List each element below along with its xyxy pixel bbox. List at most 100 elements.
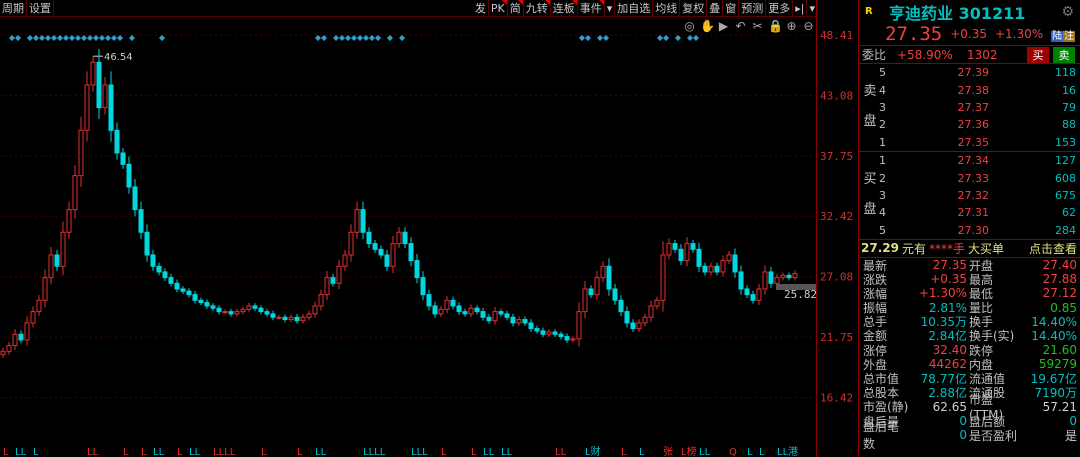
bottom-event-marker[interactable]: LL: [87, 447, 99, 457]
event-marker-diamond[interactable]: [315, 35, 321, 41]
bottom-event-marker[interactable]: LLLL: [213, 447, 236, 457]
toolbar-button-6[interactable]: ▾: [605, 0, 616, 17]
event-marker-diamond[interactable]: [63, 35, 69, 41]
toolbar-button-8[interactable]: 均线: [653, 0, 681, 17]
order-row[interactable]: 1 27.35 153: [859, 134, 1080, 151]
bottom-event-marker[interactable]: L: [141, 447, 147, 457]
bottom-event-marker[interactable]: L: [3, 447, 9, 457]
bottom-event-marker[interactable]: LL: [15, 447, 27, 457]
bottom-event-marker[interactable]: L: [123, 447, 129, 457]
bottom-event-marker[interactable]: LLLL: [363, 447, 386, 457]
event-marker-diamond[interactable]: [345, 35, 351, 41]
event-marker-diamond[interactable]: [117, 35, 123, 41]
toolbar-left-0[interactable]: 周期: [0, 0, 27, 17]
event-marker-diamond[interactable]: [69, 35, 75, 41]
event-marker-diamond[interactable]: [693, 35, 699, 41]
event-marker-diamond[interactable]: [105, 35, 111, 41]
event-marker-diamond[interactable]: [159, 35, 165, 41]
candlestick-chart[interactable]: 48.41 43.08 37.75 32.42 27.08 21.75 16.42 46.54…: [0, 18, 860, 457]
event-marker-diamond[interactable]: [333, 35, 339, 41]
bottom-event-marker[interactable]: L: [759, 447, 765, 457]
toolbar-button-10[interactable]: 叠: [707, 0, 724, 17]
event-marker-diamond[interactable]: [15, 35, 21, 41]
event-marker-diamond[interactable]: [39, 35, 45, 41]
event-marker-diamond[interactable]: [93, 35, 99, 41]
event-marker-diamond[interactable]: [663, 35, 669, 41]
event-marker-diamond[interactable]: [87, 35, 93, 41]
bottom-event-marker[interactable]: LL: [501, 447, 513, 457]
toolbar-button-13[interactable]: 更多: [766, 0, 794, 17]
gear-icon[interactable]: ⚙: [1061, 4, 1074, 20]
order-row[interactable]: 2 27.36 88: [859, 116, 1080, 133]
bottom-event-marker[interactable]: LL: [699, 447, 711, 457]
event-marker-diamond[interactable]: [399, 35, 405, 41]
bottom-event-marker[interactable]: Q: [729, 447, 737, 457]
event-marker-diamond[interactable]: [687, 35, 693, 41]
bottom-event-marker[interactable]: L榜: [681, 445, 697, 457]
bottom-event-marker[interactable]: 张: [663, 446, 673, 457]
toolbar-button-11[interactable]: 窗: [723, 0, 740, 17]
toolbar-button-3[interactable]: 九转: [524, 0, 551, 17]
bottom-event-marker[interactable]: L: [621, 447, 627, 457]
event-marker-diamond[interactable]: [603, 35, 609, 41]
event-marker-diamond[interactable]: [33, 35, 39, 41]
event-marker-diamond[interactable]: [363, 35, 369, 41]
bottom-event-marker[interactable]: LL: [153, 447, 165, 457]
event-marker-diamond[interactable]: [369, 35, 375, 41]
big-order-row[interactable]: 27.29 元有 ****手 大买单 点击查看: [859, 240, 1080, 258]
bottom-event-marker[interactable]: L: [261, 447, 267, 457]
registration-badge[interactable]: 注: [1063, 30, 1076, 42]
toolbar-button-1[interactable]: PK: [489, 0, 508, 17]
bottom-event-marker[interactable]: L: [441, 447, 447, 457]
bottom-event-marker[interactable]: L: [639, 447, 645, 457]
event-marker-diamond[interactable]: [75, 35, 81, 41]
bottom-event-marker[interactable]: L: [747, 447, 753, 457]
bottom-event-marker[interactable]: L: [471, 447, 477, 457]
toolbar-button-9[interactable]: 复权: [680, 0, 708, 17]
event-marker-diamond[interactable]: [357, 35, 363, 41]
order-row[interactable]: 5 27.39 118: [859, 64, 1080, 81]
event-marker-diamond[interactable]: [57, 35, 63, 41]
event-marker-diamond[interactable]: [99, 35, 105, 41]
event-marker-diamond[interactable]: [111, 35, 117, 41]
bottom-event-marker[interactable]: LL: [483, 447, 495, 457]
order-row[interactable]: 5 27.30 284: [859, 222, 1080, 239]
event-marker-diamond[interactable]: [27, 35, 33, 41]
order-row[interactable]: 4 27.31 62: [859, 204, 1080, 221]
event-marker-diamond[interactable]: [129, 35, 135, 41]
order-row[interactable]: 3 27.37 79: [859, 99, 1080, 116]
event-marker-diamond[interactable]: [597, 35, 603, 41]
bottom-event-marker[interactable]: LL港: [777, 446, 798, 457]
bottom-event-marker[interactable]: L: [33, 447, 39, 457]
event-marker-diamond[interactable]: [351, 35, 357, 41]
buy-button[interactable]: 买: [1027, 46, 1049, 63]
order-row[interactable]: 4 27.38 16: [859, 81, 1080, 98]
bottom-event-marker[interactable]: LL: [315, 447, 327, 457]
event-marker-diamond[interactable]: [387, 35, 393, 41]
toolbar-button-2[interactable]: 简: [508, 0, 524, 17]
toolbar-button-5[interactable]: 事件: [578, 0, 605, 17]
toolbar-left-1[interactable]: 设置: [27, 0, 54, 17]
event-marker-diamond[interactable]: [579, 35, 585, 41]
bottom-event-marker[interactable]: L财: [585, 445, 601, 457]
connect-badge[interactable]: 陆: [1051, 30, 1064, 42]
bottom-event-marker[interactable]: L: [177, 447, 183, 457]
order-row[interactable]: 3 27.32 675: [859, 187, 1080, 204]
event-marker-diamond[interactable]: [585, 35, 591, 41]
event-marker-diamond[interactable]: [339, 35, 345, 41]
event-marker-diamond[interactable]: [9, 35, 15, 41]
bottom-event-marker[interactable]: L: [297, 447, 303, 457]
bottom-event-marker[interactable]: LL: [555, 447, 567, 457]
order-row[interactable]: 1 27.34 127: [859, 152, 1080, 169]
event-marker-diamond[interactable]: [321, 35, 327, 41]
event-marker-diamond[interactable]: [51, 35, 57, 41]
bottom-event-marker[interactable]: LL: [189, 447, 201, 457]
event-marker-diamond[interactable]: [45, 35, 51, 41]
event-marker-diamond[interactable]: [657, 35, 663, 41]
event-marker-diamond[interactable]: [81, 35, 87, 41]
event-marker-diamond[interactable]: [375, 35, 381, 41]
order-row[interactable]: 2 27.33 608: [859, 169, 1080, 186]
toolbar-button-14[interactable]: ▸|: [793, 0, 808, 17]
big-order-link[interactable]: 点击查看: [1029, 240, 1080, 257]
bottom-event-marker[interactable]: LLL: [411, 447, 428, 457]
